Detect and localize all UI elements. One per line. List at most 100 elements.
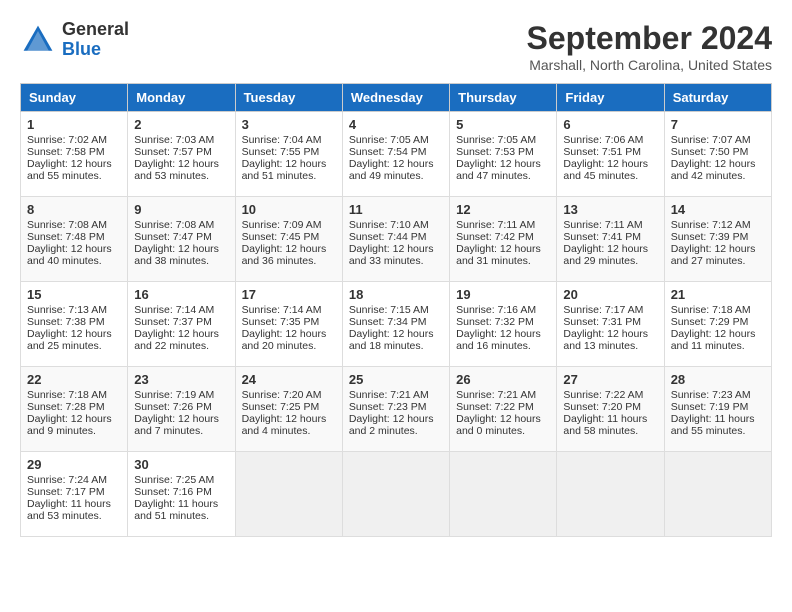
sunrise-label: Sunrise: 7:08 AM (134, 219, 214, 231)
daylight-label: Daylight: 12 hours and 16 minutes. (456, 328, 541, 352)
day-number: 10 (242, 202, 336, 217)
sunrise-label: Sunrise: 7:11 AM (563, 219, 642, 231)
sunrise-label: Sunrise: 7:06 AM (563, 134, 643, 146)
daylight-label: Daylight: 12 hours and 55 minutes. (27, 158, 112, 182)
sunrise-label: Sunrise: 7:14 AM (134, 304, 214, 316)
sunset-label: Sunset: 7:44 PM (349, 231, 427, 243)
location: Marshall, North Carolina, United States (527, 57, 772, 73)
day-number: 17 (242, 287, 336, 302)
day-number: 21 (671, 287, 765, 302)
sunset-label: Sunset: 7:55 PM (242, 146, 320, 158)
day-number: 2 (134, 117, 228, 132)
table-row: 6Sunrise: 7:06 AMSunset: 7:51 PMDaylight… (557, 112, 664, 197)
day-number: 12 (456, 202, 550, 217)
daylight-label: Daylight: 11 hours and 55 minutes. (671, 413, 755, 437)
sunrise-label: Sunrise: 7:18 AM (671, 304, 751, 316)
sunrise-label: Sunrise: 7:20 AM (242, 389, 322, 401)
sunset-label: Sunset: 7:28 PM (27, 401, 105, 413)
day-number: 19 (456, 287, 550, 302)
col-wednesday: Wednesday (342, 84, 449, 112)
sunset-label: Sunset: 7:37 PM (134, 316, 212, 328)
daylight-label: Daylight: 12 hours and 53 minutes. (134, 158, 219, 182)
col-tuesday: Tuesday (235, 84, 342, 112)
sunrise-label: Sunrise: 7:21 AM (349, 389, 429, 401)
table-row (235, 452, 342, 537)
table-row: 21Sunrise: 7:18 AMSunset: 7:29 PMDayligh… (664, 282, 771, 367)
day-number: 9 (134, 202, 228, 217)
sunset-label: Sunset: 7:48 PM (27, 231, 105, 243)
daylight-label: Daylight: 11 hours and 53 minutes. (27, 498, 111, 522)
sunrise-label: Sunrise: 7:05 AM (349, 134, 429, 146)
day-number: 5 (456, 117, 550, 132)
day-number: 25 (349, 372, 443, 387)
daylight-label: Daylight: 12 hours and 25 minutes. (27, 328, 112, 352)
daylight-label: Daylight: 12 hours and 29 minutes. (563, 243, 648, 267)
day-number: 6 (563, 117, 657, 132)
sunrise-label: Sunrise: 7:24 AM (27, 474, 107, 486)
sunset-label: Sunset: 7:39 PM (671, 231, 749, 243)
sunrise-label: Sunrise: 7:04 AM (242, 134, 322, 146)
sunset-label: Sunset: 7:57 PM (134, 146, 212, 158)
day-number: 23 (134, 372, 228, 387)
sunset-label: Sunset: 7:41 PM (563, 231, 641, 243)
table-row (664, 452, 771, 537)
daylight-label: Daylight: 12 hours and 33 minutes. (349, 243, 434, 267)
daylight-label: Daylight: 12 hours and 36 minutes. (242, 243, 327, 267)
sunrise-label: Sunrise: 7:14 AM (242, 304, 322, 316)
table-row: 12Sunrise: 7:11 AMSunset: 7:42 PMDayligh… (450, 197, 557, 282)
table-row: 8Sunrise: 7:08 AMSunset: 7:48 PMDaylight… (21, 197, 128, 282)
sunrise-label: Sunrise: 7:10 AM (349, 219, 429, 231)
table-row (450, 452, 557, 537)
daylight-label: Daylight: 11 hours and 58 minutes. (563, 413, 647, 437)
sunset-label: Sunset: 7:17 PM (27, 486, 105, 498)
page-header: General Blue September 2024 Marshall, No… (20, 20, 772, 73)
daylight-label: Daylight: 12 hours and 4 minutes. (242, 413, 327, 437)
daylight-label: Daylight: 12 hours and 38 minutes. (134, 243, 219, 267)
daylight-label: Daylight: 12 hours and 40 minutes. (27, 243, 112, 267)
sunset-label: Sunset: 7:47 PM (134, 231, 212, 243)
day-number: 16 (134, 287, 228, 302)
day-number: 13 (563, 202, 657, 217)
table-row: 5Sunrise: 7:05 AMSunset: 7:53 PMDaylight… (450, 112, 557, 197)
sunset-label: Sunset: 7:35 PM (242, 316, 320, 328)
sunrise-label: Sunrise: 7:11 AM (456, 219, 535, 231)
sunset-label: Sunset: 7:38 PM (27, 316, 105, 328)
logo-text: General Blue (62, 20, 129, 60)
sunrise-label: Sunrise: 7:22 AM (563, 389, 643, 401)
col-friday: Friday (557, 84, 664, 112)
sunrise-label: Sunrise: 7:13 AM (27, 304, 107, 316)
day-number: 22 (27, 372, 121, 387)
sunrise-label: Sunrise: 7:02 AM (27, 134, 107, 146)
table-row: 23Sunrise: 7:19 AMSunset: 7:26 PMDayligh… (128, 367, 235, 452)
table-row: 3Sunrise: 7:04 AMSunset: 7:55 PMDaylight… (235, 112, 342, 197)
logo: General Blue (20, 20, 129, 60)
sunset-label: Sunset: 7:51 PM (563, 146, 641, 158)
sunrise-label: Sunrise: 7:03 AM (134, 134, 214, 146)
sunset-label: Sunset: 7:32 PM (456, 316, 534, 328)
table-row: 22Sunrise: 7:18 AMSunset: 7:28 PMDayligh… (21, 367, 128, 452)
sunrise-label: Sunrise: 7:09 AM (242, 219, 322, 231)
table-row: 27Sunrise: 7:22 AMSunset: 7:20 PMDayligh… (557, 367, 664, 452)
sunset-label: Sunset: 7:29 PM (671, 316, 749, 328)
table-row: 14Sunrise: 7:12 AMSunset: 7:39 PMDayligh… (664, 197, 771, 282)
day-number: 18 (349, 287, 443, 302)
table-row: 29Sunrise: 7:24 AMSunset: 7:17 PMDayligh… (21, 452, 128, 537)
daylight-label: Daylight: 12 hours and 49 minutes. (349, 158, 434, 182)
sunset-label: Sunset: 7:19 PM (671, 401, 749, 413)
sunrise-label: Sunrise: 7:05 AM (456, 134, 536, 146)
day-number: 7 (671, 117, 765, 132)
daylight-label: Daylight: 12 hours and 51 minutes. (242, 158, 327, 182)
sunrise-label: Sunrise: 7:07 AM (671, 134, 751, 146)
col-thursday: Thursday (450, 84, 557, 112)
month-title: September 2024 (527, 20, 772, 57)
col-saturday: Saturday (664, 84, 771, 112)
day-number: 14 (671, 202, 765, 217)
sunset-label: Sunset: 7:20 PM (563, 401, 641, 413)
sunrise-label: Sunrise: 7:12 AM (671, 219, 751, 231)
sunset-label: Sunset: 7:45 PM (242, 231, 320, 243)
logo-icon (20, 22, 56, 58)
daylight-label: Daylight: 12 hours and 0 minutes. (456, 413, 541, 437)
sunset-label: Sunset: 7:42 PM (456, 231, 534, 243)
table-row: 7Sunrise: 7:07 AMSunset: 7:50 PMDaylight… (664, 112, 771, 197)
sunset-label: Sunset: 7:50 PM (671, 146, 749, 158)
